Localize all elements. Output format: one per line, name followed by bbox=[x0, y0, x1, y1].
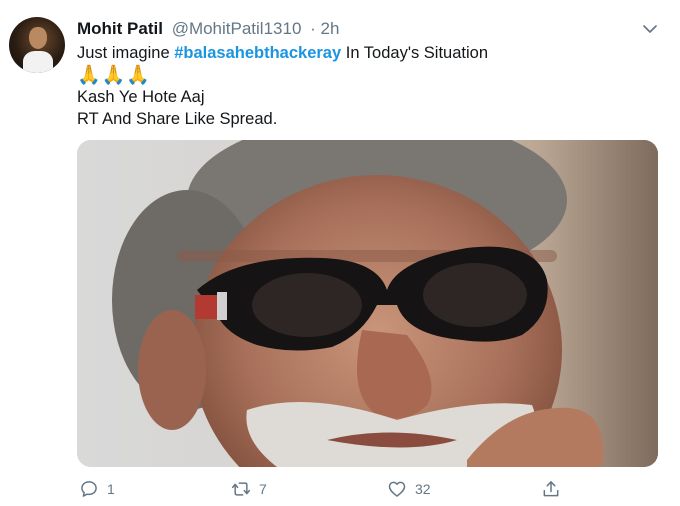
avatar-shirt bbox=[23, 51, 53, 73]
retweet-icon bbox=[231, 482, 251, 496]
heart-icon bbox=[388, 481, 406, 497]
retweet-count: 7 bbox=[259, 481, 267, 497]
share-upload-icon bbox=[543, 481, 559, 497]
portrait-photo bbox=[77, 140, 658, 467]
retweet-button[interactable]: 7 bbox=[231, 479, 267, 499]
text-suffix: In Today's Situation bbox=[341, 44, 489, 62]
avatar-face bbox=[29, 27, 47, 49]
author-name[interactable]: Mohit Patil bbox=[77, 19, 163, 38]
hashtag-link[interactable]: #balasahebthackeray bbox=[174, 44, 341, 62]
action-bar: 1 7 32 bbox=[77, 479, 658, 503]
tweet-text: Just imagine #balasahebthackeray In Toda… bbox=[77, 42, 657, 130]
reply-count: 1 bbox=[107, 481, 115, 497]
folded-hands-icon: 🙏 bbox=[77, 64, 101, 86]
folded-hands-icon: 🙏 bbox=[101, 64, 126, 86]
chevron-down-icon[interactable] bbox=[641, 20, 659, 38]
like-count: 32 bbox=[415, 481, 431, 497]
author-handle[interactable]: @MohitPatil1310 bbox=[172, 19, 302, 38]
text-prefix: Just imagine bbox=[77, 44, 175, 62]
text-line-3: RT And Share Like Spread. bbox=[77, 110, 278, 128]
tweet-time[interactable]: · 2h bbox=[310, 19, 339, 38]
speech-bubble-icon bbox=[81, 481, 97, 497]
like-button[interactable]: 32 bbox=[387, 479, 431, 499]
tweet-photo[interactable] bbox=[77, 140, 658, 467]
reply-button[interactable]: 1 bbox=[79, 479, 115, 499]
avatar[interactable] bbox=[9, 17, 65, 73]
share-button[interactable] bbox=[541, 479, 561, 499]
emoji-row: 🙏 🙏 🙏 bbox=[77, 64, 657, 86]
tweet-header: Mohit Patil @MohitPatil1310 · 2h bbox=[77, 19, 339, 39]
tweet[interactable]: Mohit Patil @MohitPatil1310 · 2h Just im… bbox=[0, 0, 680, 506]
text-line-2: Kash Ye Hote Aaj bbox=[77, 88, 205, 106]
folded-hands-icon: 🙏 bbox=[126, 64, 151, 86]
